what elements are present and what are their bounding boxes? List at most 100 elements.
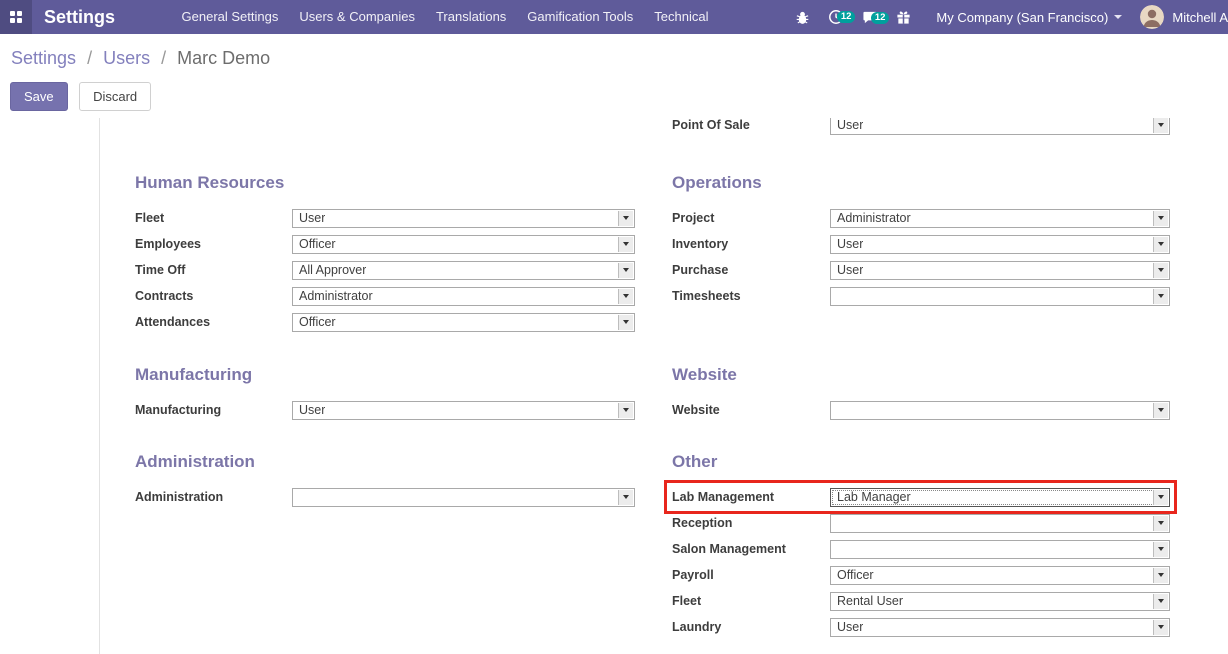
dropdown-arrow-icon: [618, 263, 633, 278]
label-other-fleet: Fleet: [672, 594, 830, 608]
breadcrumb-separator: /: [87, 48, 92, 68]
select-point-of-sale[interactable]: User: [830, 118, 1170, 135]
select-value: User: [299, 211, 325, 225]
menu-gamification-tools[interactable]: Gamification Tools: [517, 0, 644, 34]
label-project: Project: [672, 211, 830, 225]
dropdown-arrow-icon: [1153, 594, 1168, 609]
select-salon-management[interactable]: [830, 540, 1170, 559]
field-row: Time Off All Approver: [135, 257, 635, 283]
top-navbar: Settings General Settings Users & Compan…: [0, 0, 1228, 34]
section-title-administration: Administration: [135, 453, 635, 471]
field-row: Website: [672, 397, 1170, 423]
save-button[interactable]: Save: [10, 82, 68, 111]
breadcrumb-separator: /: [161, 48, 166, 68]
field-row: Timesheets: [672, 283, 1170, 309]
select-contracts[interactable]: Administrator: [292, 287, 635, 306]
select-timesheets[interactable]: [830, 287, 1170, 306]
select-attendances[interactable]: Officer: [292, 313, 635, 332]
select-employees[interactable]: Officer: [292, 235, 635, 254]
select-project[interactable]: Administrator: [830, 209, 1170, 228]
section-title-website: Website: [672, 366, 1170, 384]
label-reception: Reception: [672, 516, 830, 530]
select-value: Rental User: [837, 594, 903, 608]
caret-down-icon: [1114, 15, 1122, 19]
menu-translations[interactable]: Translations: [425, 0, 516, 34]
dropdown-arrow-icon: [618, 289, 633, 304]
menu-technical[interactable]: Technical: [644, 0, 719, 34]
label-laundry: Laundry: [672, 620, 830, 634]
breadcrumb: Settings / Users / Marc Demo: [11, 48, 1228, 69]
field-row: Attendances Officer: [135, 309, 635, 335]
dropdown-arrow-icon: [1153, 620, 1168, 635]
apps-menu-button[interactable]: [0, 0, 32, 34]
discard-button[interactable]: Discard: [79, 82, 151, 111]
label-lab-management: Lab Management: [672, 490, 830, 504]
breadcrumb-users[interactable]: Users: [103, 48, 150, 68]
section-title-manufacturing: Manufacturing: [135, 366, 635, 384]
select-value: Officer: [299, 315, 336, 329]
apps-grid-icon: [10, 11, 22, 23]
breadcrumb-settings[interactable]: Settings: [11, 48, 76, 68]
select-reception[interactable]: [830, 514, 1170, 533]
label-time-off: Time Off: [135, 263, 292, 277]
select-manufacturing[interactable]: User: [292, 401, 635, 420]
label-administration: Administration: [135, 490, 292, 504]
field-row: Reception: [672, 510, 1170, 536]
app-title[interactable]: Settings: [44, 7, 115, 28]
dropdown-arrow-icon: [618, 403, 633, 418]
field-row: Fleet Rental User: [672, 588, 1170, 614]
select-purchase[interactable]: User: [830, 261, 1170, 280]
menu-users-companies[interactable]: Users & Companies: [289, 0, 426, 34]
activities-clock-icon[interactable]: 12: [819, 9, 853, 25]
select-value: Officer: [837, 568, 874, 582]
form-sheet: Human Resources Fleet User Employees Off…: [0, 118, 1228, 654]
dropdown-arrow-icon: [618, 490, 633, 505]
select-time-off[interactable]: All Approver: [292, 261, 635, 280]
menu-general-settings[interactable]: General Settings: [171, 0, 289, 34]
messages-chat-icon[interactable]: 12: [853, 10, 887, 25]
select-hr-fleet[interactable]: User: [292, 209, 635, 228]
dropdown-arrow-icon: [1153, 568, 1168, 583]
select-administration[interactable]: [292, 488, 635, 507]
select-value: Administrator: [299, 289, 373, 303]
company-name: My Company (San Francisco): [936, 10, 1108, 25]
label-payroll: Payroll: [672, 568, 830, 582]
gift-icon[interactable]: [887, 10, 920, 25]
dropdown-arrow-icon: [1153, 211, 1168, 226]
main-menu: General Settings Users & Companies Trans…: [171, 0, 719, 34]
dropdown-arrow-icon: [1153, 516, 1168, 531]
select-value: User: [299, 403, 325, 417]
select-value: User: [837, 237, 863, 251]
label-contracts: Contracts: [135, 289, 292, 303]
field-row: Point Of Sale User: [672, 118, 1170, 138]
user-avatar[interactable]: [1140, 5, 1164, 29]
label-attendances: Attendances: [135, 315, 292, 329]
select-website[interactable]: [830, 401, 1170, 420]
field-row: Contracts Administrator: [135, 283, 635, 309]
field-row: Fleet User: [135, 205, 635, 231]
select-other-fleet[interactable]: Rental User: [830, 592, 1170, 611]
select-lab-management[interactable]: Lab Manager: [830, 488, 1170, 507]
user-menu[interactable]: Mitchell A: [1172, 10, 1228, 25]
select-laundry[interactable]: User: [830, 618, 1170, 637]
select-value: User: [837, 263, 863, 277]
sheet-left-gutter: [0, 118, 100, 654]
select-inventory[interactable]: User: [830, 235, 1170, 254]
dropdown-arrow-icon: [1153, 542, 1168, 557]
company-switcher[interactable]: My Company (San Francisco): [936, 10, 1122, 25]
select-value: Officer: [299, 237, 336, 251]
bug-icon[interactable]: [786, 10, 819, 25]
dropdown-arrow-icon: [618, 315, 633, 330]
dropdown-arrow-icon: [1153, 490, 1168, 505]
label-website: Website: [672, 403, 830, 417]
action-button-bar: Save Discard: [10, 82, 1228, 111]
field-row: Inventory User: [672, 231, 1170, 257]
field-row: Project Administrator: [672, 205, 1170, 231]
field-row-lab-management: Lab Management Lab Manager: [672, 484, 1170, 510]
select-payroll[interactable]: Officer: [830, 566, 1170, 585]
dropdown-arrow-icon: [618, 211, 633, 226]
field-row: Employees Officer: [135, 231, 635, 257]
field-row: Salon Management: [672, 536, 1170, 562]
label-manufacturing: Manufacturing: [135, 403, 292, 417]
select-value: Lab Manager: [837, 490, 911, 504]
